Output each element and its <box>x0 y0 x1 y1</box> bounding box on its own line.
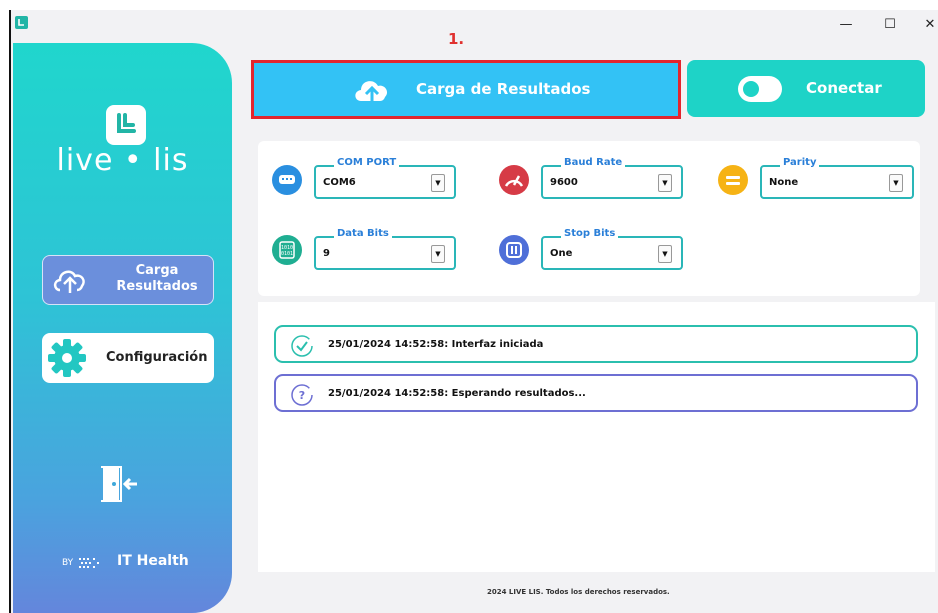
logo-icon <box>106 105 146 145</box>
step-annotation: 1. <box>448 30 465 48</box>
footer-text: 2024 LIVE LIS. Todos los derechos reserv… <box>487 588 670 596</box>
conectar-label: Conectar <box>806 79 882 97</box>
app-logo-icon <box>15 16 28 29</box>
stop-bits-select[interactable]: Stop Bits One ▼ <box>541 228 683 270</box>
svg-text:?: ? <box>299 389 305 402</box>
log-text: 25/01/2024 14:52:58: Esperando resultado… <box>328 388 586 399</box>
data-bits-select[interactable]: Data Bits 9 ▼ <box>314 228 456 270</box>
baud-rate-label: Baud Rate <box>561 157 626 168</box>
exit-door-icon[interactable] <box>99 463 145 509</box>
chevron-down-icon[interactable]: ▼ <box>431 174 445 192</box>
baud-rate-select[interactable]: Baud Rate 9600 ▼ <box>541 157 683 199</box>
cloud-upload-icon <box>352 73 392 111</box>
log-panel: 25/01/2024 14:52:58: Interfaz iniciada ?… <box>258 302 935 572</box>
parity-select[interactable]: Parity None ▼ <box>760 157 914 199</box>
by-label: BY <box>62 558 74 568</box>
sidebar-item-label: Carga Resultados <box>116 263 198 294</box>
sidebar-item-label: Configuración <box>106 350 208 365</box>
com-port-value: COM6 <box>323 177 356 188</box>
close-button[interactable]: ✕ <box>915 14 938 36</box>
parity-value: None <box>769 177 799 188</box>
serial-port-icon <box>272 165 302 195</box>
com-port-label: COM PORT <box>334 157 400 168</box>
stop-bits-label: Stop Bits <box>561 228 619 239</box>
minimize-button[interactable]: — <box>831 14 861 36</box>
cloud-upload-icon <box>52 264 88 300</box>
log-entry: 25/01/2024 14:52:58: Interfaz iniciada <box>274 325 918 363</box>
chevron-down-icon[interactable]: ▼ <box>431 245 445 263</box>
speedometer-icon <box>499 165 529 195</box>
logo-text: live • lis <box>56 143 189 178</box>
data-bits-value: 9 <box>323 248 330 259</box>
pause-icon <box>499 235 529 265</box>
left-edge <box>0 0 9 613</box>
log-entry: ? 25/01/2024 14:52:58: Esperando resulta… <box>274 374 918 412</box>
chevron-down-icon[interactable]: ▼ <box>658 174 672 192</box>
log-text: 25/01/2024 14:52:58: Interfaz iniciada <box>328 339 544 350</box>
chevron-down-icon[interactable]: ▼ <box>889 174 903 192</box>
sidebar: live • lis Carga Resultados Configuració… <box>13 43 232 613</box>
serial-settings-card: COM PORT COM6 ▼ Baud Rate 9600 ▼ Parity … <box>258 141 920 296</box>
com-port-select[interactable]: COM PORT COM6 ▼ <box>314 157 456 199</box>
chevron-down-icon[interactable]: ▼ <box>658 245 672 263</box>
check-circle-icon <box>290 334 314 362</box>
toggle-switch-icon <box>738 76 782 102</box>
carga-resultados-label: Carga de Resultados <box>416 80 591 98</box>
sidebar-item-carga-resultados[interactable]: Carga Resultados <box>42 255 214 305</box>
it-health-logo-icon <box>79 555 113 574</box>
baud-rate-value: 9600 <box>550 177 578 188</box>
app-window: — ☐ ✕ 1. live • lis Carga Resultados Con… <box>9 10 938 613</box>
equals-icon <box>718 165 748 195</box>
parity-label: Parity <box>780 157 820 168</box>
maximize-button[interactable]: ☐ <box>875 14 905 36</box>
brand-label: IT Health <box>117 553 189 569</box>
question-circle-icon: ? <box>290 383 314 411</box>
gear-icon <box>46 337 88 383</box>
title-bar: — ☐ ✕ <box>11 10 938 40</box>
svg-text:0101: 0101 <box>281 251 293 257</box>
stop-bits-value: One <box>550 248 573 259</box>
carga-resultados-button[interactable]: Carga de Resultados <box>251 60 681 119</box>
sidebar-item-configuracion[interactable]: Configuración <box>42 333 214 383</box>
data-bits-label: Data Bits <box>334 228 392 239</box>
conectar-button[interactable]: Conectar <box>687 60 925 117</box>
binary-icon: 1010 0101 <box>272 235 302 265</box>
